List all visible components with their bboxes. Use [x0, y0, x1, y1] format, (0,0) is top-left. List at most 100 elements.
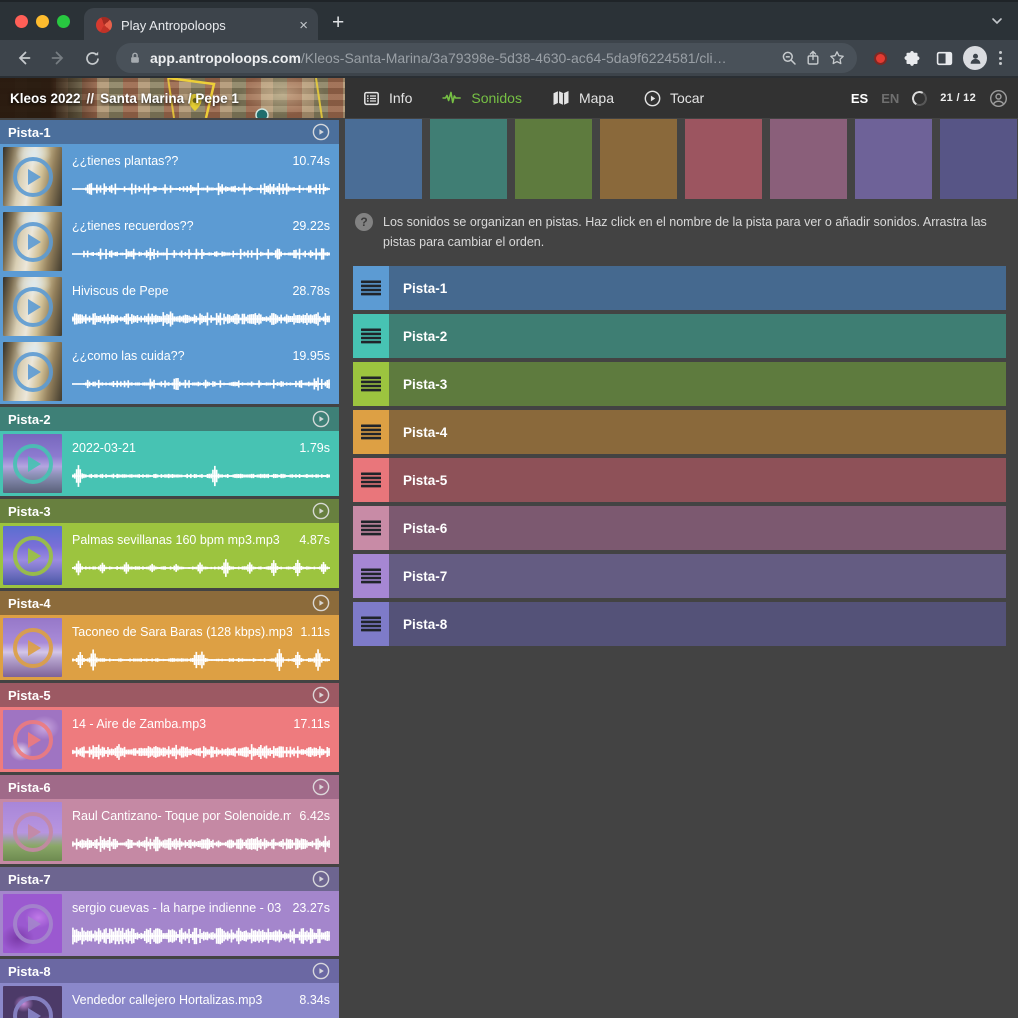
clip-play-button[interactable] [3, 434, 62, 493]
track-header[interactable]: Pista-4 [0, 591, 339, 615]
track-play-button[interactable] [312, 870, 330, 888]
nav-item-info[interactable]: Info [363, 90, 412, 107]
tab-search-chevron-icon[interactable] [990, 14, 1004, 33]
clip-play-button[interactable] [3, 802, 62, 861]
audio-clip[interactable]: ¿¿tienes plantas?? 10.74s [0, 144, 339, 209]
track-play-button[interactable] [312, 594, 330, 612]
audio-clip[interactable]: 14 - Aire de Zamba.mp3 17.11s [0, 707, 339, 772]
drag-handle[interactable] [353, 362, 389, 406]
clip-play-button[interactable] [3, 986, 62, 1018]
close-window-button[interactable] [15, 15, 28, 28]
forward-button[interactable] [44, 44, 72, 72]
nav-item-mapa[interactable]: Mapa [552, 90, 614, 106]
drag-handle[interactable] [353, 602, 389, 646]
track-play-button[interactable] [312, 410, 330, 428]
track-play-button[interactable] [312, 778, 330, 796]
address-bar[interactable]: app.antropoloops.com/Kleos-Santa-Marina/… [116, 43, 857, 73]
clip-play-button[interactable] [3, 277, 62, 336]
track-row-pista-8[interactable]: Pista-8 [353, 602, 1006, 646]
track-play-button[interactable] [312, 686, 330, 704]
color-swatch-8[interactable] [940, 119, 1017, 199]
browser-menu-kebab-icon[interactable] [993, 51, 1008, 65]
reload-button[interactable] [78, 44, 106, 72]
drag-handle[interactable] [353, 410, 389, 454]
zoom-window-button[interactable] [57, 15, 70, 28]
breadcrumb-project[interactable]: Kleos 2022 [10, 91, 81, 106]
browser-tab[interactable]: Play Antropoloops × [84, 8, 318, 42]
track-name[interactable]: Pista-8 [8, 964, 312, 979]
clip-play-button[interactable] [3, 526, 62, 585]
track-header[interactable]: Pista-7 [0, 867, 339, 891]
audio-clip[interactable]: Palmas sevillanas 160 bpm mp3.mp3 4.87s [0, 523, 339, 588]
clip-play-button[interactable] [3, 618, 62, 677]
language-en-button[interactable]: EN [881, 91, 899, 106]
track-row-pista-5[interactable]: Pista-5 [353, 458, 1006, 502]
language-es-button[interactable]: ES [851, 91, 868, 106]
track-row-pista-1[interactable]: Pista-1 [353, 266, 1006, 310]
minimize-window-button[interactable] [36, 15, 49, 28]
clip-play-button[interactable] [3, 147, 62, 206]
extensions-puzzle-icon[interactable] [899, 45, 925, 71]
browser-profile-avatar[interactable] [963, 46, 987, 70]
drag-handle[interactable] [353, 506, 389, 550]
color-swatch-2[interactable] [430, 119, 507, 199]
breadcrumb[interactable]: Kleos 2022//Santa Marina / Pepe 1 [0, 78, 345, 118]
track-name[interactable]: Pista-2 [8, 412, 312, 427]
audio-clip[interactable]: Vendedor callejero Hortalizas.mp3 8.34s [0, 983, 339, 1018]
drag-handle[interactable] [353, 554, 389, 598]
clip-play-button[interactable] [3, 212, 62, 271]
color-swatch-4[interactable] [600, 119, 677, 199]
clip-play-button[interactable] [3, 894, 62, 953]
audio-clip[interactable]: sergio cuevas - la harpe indienne - 03 -… [0, 891, 339, 956]
track-row-pista-2[interactable]: Pista-2 [353, 314, 1006, 358]
track-header[interactable]: Pista-2 [0, 407, 339, 431]
audio-clip[interactable]: Hiviscus de Pepe 28.78s [0, 274, 339, 339]
nav-item-sonidos[interactable]: Sonidos [442, 90, 522, 106]
drag-handle[interactable] [353, 266, 389, 310]
lock-icon[interactable] [128, 51, 142, 65]
color-swatch-1[interactable] [345, 119, 422, 199]
side-panel-icon[interactable] [931, 45, 957, 71]
audio-clip[interactable]: Taconeo de Sara Baras (128 kbps).mp3 1.1… [0, 615, 339, 680]
drag-handle[interactable] [353, 458, 389, 502]
track-row-pista-7[interactable]: Pista-7 [353, 554, 1006, 598]
new-tab-button[interactable]: + [332, 11, 344, 35]
tab-close-icon[interactable]: × [299, 18, 308, 33]
color-swatch-5[interactable] [685, 119, 762, 199]
clip-play-button[interactable] [3, 710, 62, 769]
track-name[interactable]: Pista-4 [8, 596, 312, 611]
zoom-out-icon[interactable] [781, 50, 797, 66]
track-header[interactable]: Pista-5 [0, 683, 339, 707]
track-header[interactable]: Pista-8 [0, 959, 339, 983]
track-name[interactable]: Pista-5 [8, 688, 312, 703]
track-row-pista-4[interactable]: Pista-4 [353, 410, 1006, 454]
back-button[interactable] [10, 44, 38, 72]
track-row-pista-3[interactable]: Pista-3 [353, 362, 1006, 406]
track-play-button[interactable] [312, 502, 330, 520]
audio-clip[interactable]: ¿¿tienes recuerdos?? 29.22s [0, 209, 339, 274]
clip-play-button[interactable] [3, 342, 62, 401]
drag-handle[interactable] [353, 314, 389, 358]
audio-clip[interactable]: 2022-03-21 1.79s [0, 431, 339, 496]
recording-extension-icon[interactable] [867, 45, 893, 71]
audio-clip[interactable]: Raul Cantizano- Toque por Solenoide.mp3 … [0, 799, 339, 864]
url-text[interactable]: app.antropoloops.com/Kleos-Santa-Marina/… [150, 50, 773, 66]
track-name[interactable]: Pista-6 [8, 780, 312, 795]
color-swatch-3[interactable] [515, 119, 592, 199]
track-name[interactable]: Pista-3 [8, 504, 312, 519]
audio-clip[interactable]: ¿¿como las cuida?? 19.95s [0, 339, 339, 404]
account-icon[interactable] [989, 89, 1008, 108]
color-swatch-6[interactable] [770, 119, 847, 199]
track-name[interactable]: Pista-1 [8, 125, 312, 140]
track-header[interactable]: Pista-1 [0, 120, 339, 144]
track-row-pista-6[interactable]: Pista-6 [353, 506, 1006, 550]
track-header[interactable]: Pista-3 [0, 499, 339, 523]
track-play-button[interactable] [312, 123, 330, 141]
color-swatch-7[interactable] [855, 119, 932, 199]
track-name[interactable]: Pista-7 [8, 872, 312, 887]
bookmark-star-icon[interactable] [829, 50, 845, 66]
track-header[interactable]: Pista-6 [0, 775, 339, 799]
nav-item-tocar[interactable]: Tocar [644, 90, 704, 107]
track-play-button[interactable] [312, 962, 330, 980]
share-icon[interactable] [805, 50, 821, 66]
